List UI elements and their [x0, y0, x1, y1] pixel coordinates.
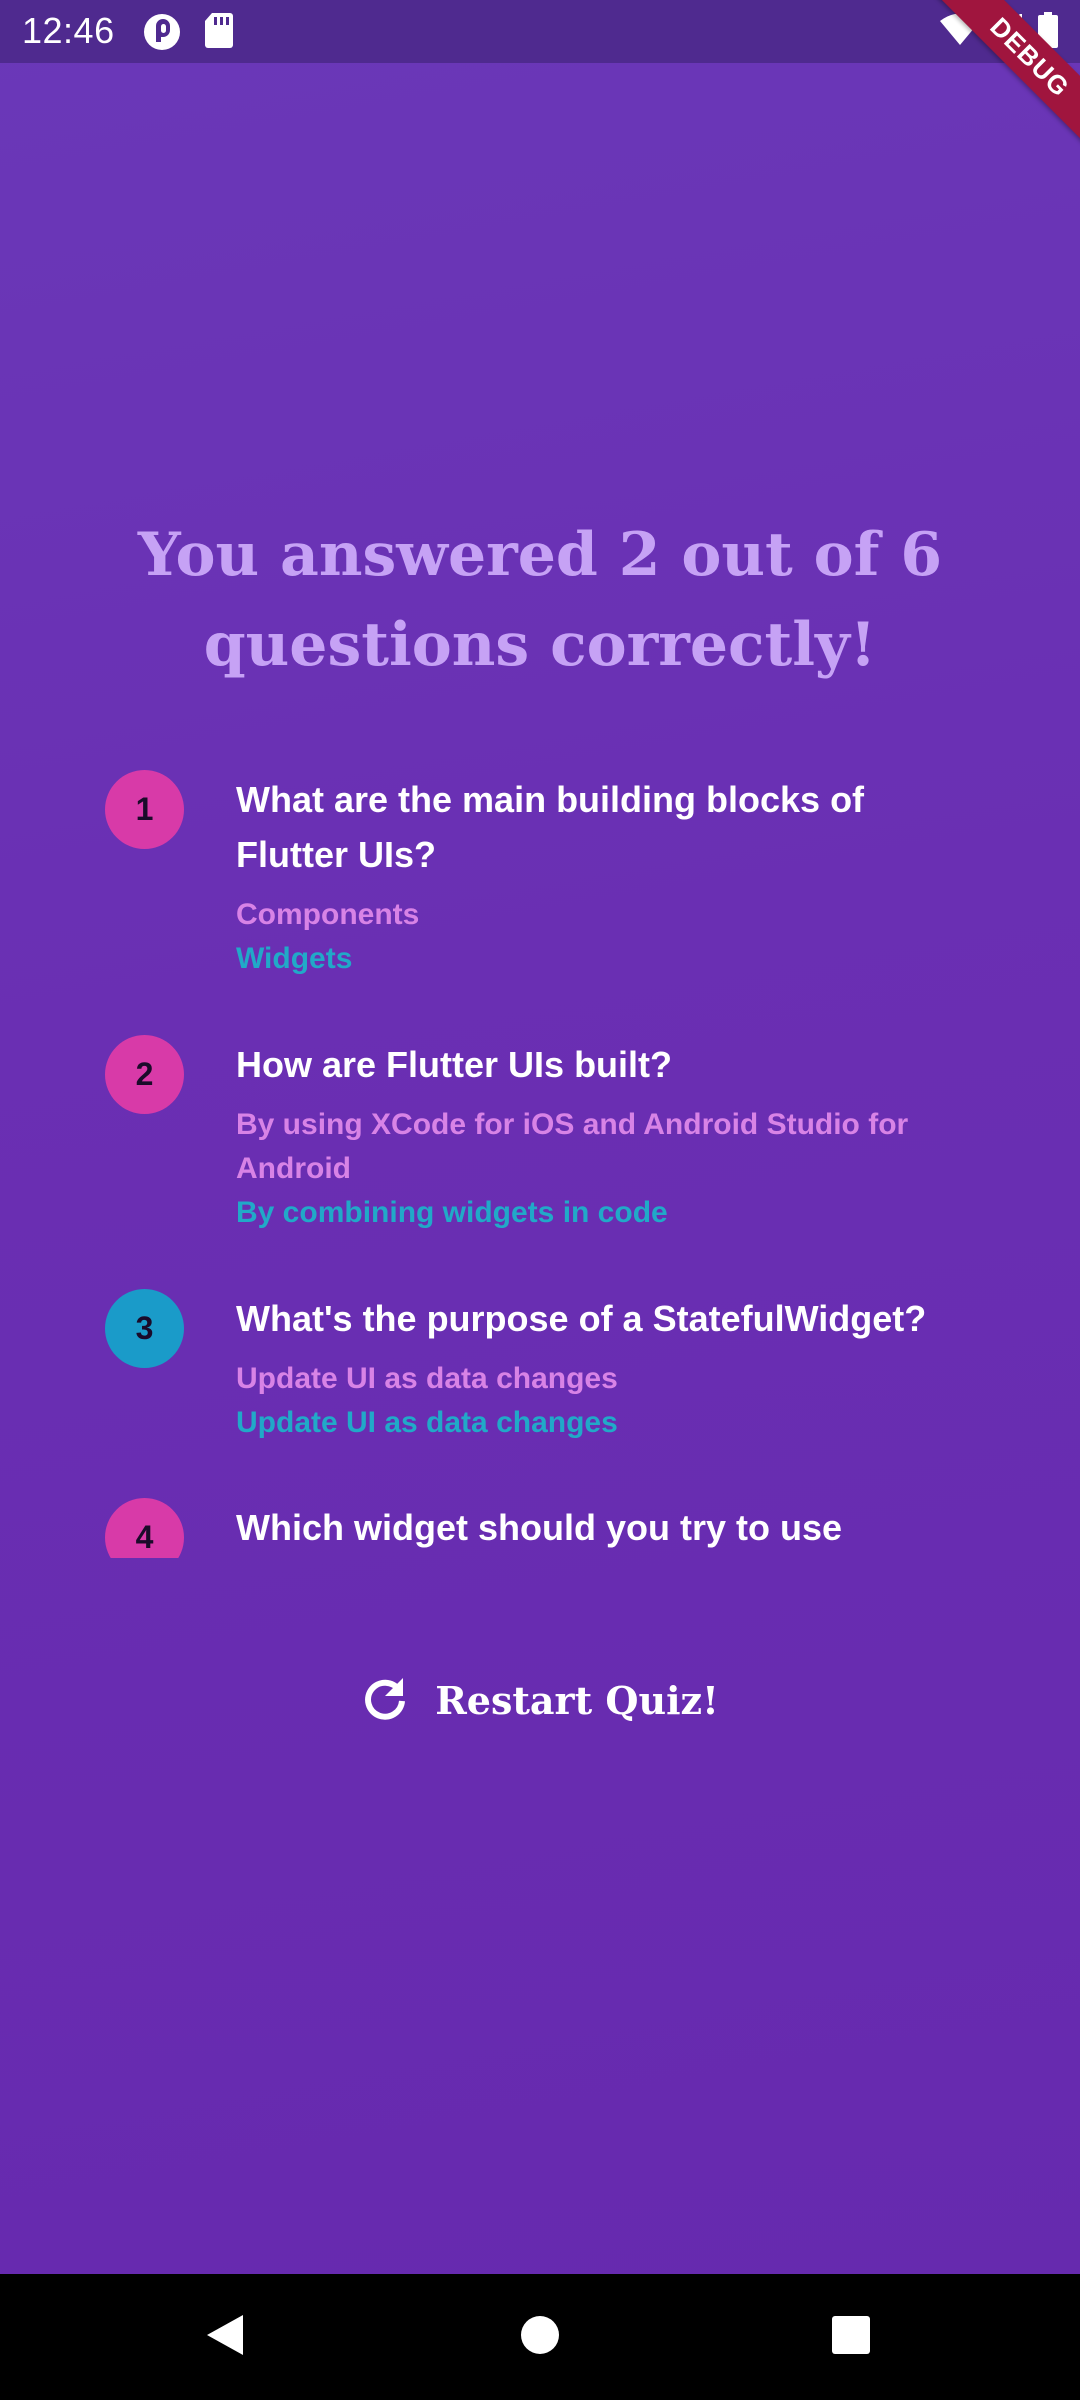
restart-quiz-button[interactable]: Restart Quiz!	[360, 1665, 720, 1735]
quiz-results-screen: 12:46 DEBUG You answered 2 out of 6 ques…	[0, 0, 1080, 2400]
system-nav-bar	[0, 2274, 1080, 2400]
user-answer-line: Android	[236, 1152, 351, 1185]
question-text-line: What's the purpose of a StatefulWidget?	[236, 1298, 927, 1339]
question-text-line: How are Flutter UIs built?	[236, 1044, 673, 1085]
wifi-icon	[940, 13, 980, 51]
question-text-line: What are the main building blocks of	[236, 779, 865, 820]
question-number-badge: 1	[105, 770, 184, 849]
pocket-casts-icon	[142, 12, 182, 57]
sd-card-icon	[204, 12, 234, 53]
restart-quiz-label: Restart Quiz!	[435, 1677, 719, 1723]
back-icon	[205, 2313, 245, 2362]
nav-home-button[interactable]	[470, 2274, 610, 2400]
correct-answer: By combining widgets in code	[236, 1196, 668, 1229]
home-icon	[519, 2314, 561, 2361]
status-time: 12:46	[22, 10, 115, 51]
question-number-badge: 2	[105, 1035, 184, 1114]
user-answer-line: By using XCode for iOS and Android Studi…	[236, 1108, 909, 1141]
recents-icon	[831, 2315, 871, 2360]
nav-recents-button[interactable]	[781, 2274, 921, 2400]
answers-summary-list[interactable]: 1 What are the main building blocks of F…	[0, 760, 1080, 1558]
battery-icon	[1038, 12, 1058, 53]
results-heading: You answered 2 out of 6 questions correc…	[120, 510, 960, 690]
cell-signal-icon	[987, 11, 1023, 51]
question-text-line: Which widget should you try to use	[236, 1507, 843, 1548]
question-number-badge: 3	[105, 1289, 184, 1368]
results-heading-line2: questions correctly!	[203, 610, 877, 680]
status-bar: 12:46	[0, 0, 1080, 63]
user-answer: Update UI as data changes	[236, 1362, 618, 1395]
question-number-badge: 4	[105, 1498, 184, 1558]
correct-answer: Widgets	[236, 942, 353, 975]
correct-answer: Update UI as data changes	[236, 1406, 618, 1439]
user-answer: Components	[236, 898, 420, 931]
question-text-line: Flutter UIs?	[236, 834, 437, 875]
results-heading-line1: You answered 2 out of 6	[137, 520, 943, 590]
refresh-icon	[361, 1674, 409, 1727]
nav-back-button[interactable]	[155, 2274, 295, 2400]
